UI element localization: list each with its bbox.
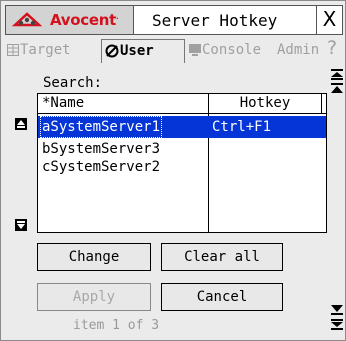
scroll-up-icon[interactable] — [331, 83, 343, 95]
tab-admin[interactable]: Admin — [277, 39, 327, 63]
search-label: Search: — [43, 75, 103, 91]
close-button[interactable]: X — [316, 6, 342, 34]
tab-user-label: User — [120, 43, 154, 59]
monitor-icon — [189, 44, 201, 56]
server-name: aSystemServer1 — [40, 116, 163, 138]
server-hotkey: Ctrl+F1 — [212, 119, 272, 135]
scroll-down-icon[interactable] — [331, 303, 343, 315]
scroll-down-icon[interactable] — [15, 219, 27, 231]
column-header-hotkey[interactable]: Hotkey — [208, 94, 322, 113]
window-title: Server Hotkey — [152, 11, 278, 30]
grid-icon — [7, 44, 19, 56]
clear-all-button[interactable]: Clear all — [161, 243, 283, 271]
change-button[interactable]: Change — [37, 243, 151, 271]
avocent-logo-icon — [12, 12, 42, 27]
tab-console-label: Console — [202, 42, 262, 58]
logo-text: Avocent. — [50, 11, 119, 29]
tab-console[interactable]: Console — [189, 39, 275, 63]
tab-user[interactable]: User — [101, 39, 185, 63]
title-bar: Avocent. Server Hotkey X — [5, 5, 343, 35]
tab-bar: Target User Console Admin ? — [5, 37, 343, 63]
server-hotkey-window: Avocent. Server Hotkey X Target User Con… — [0, 0, 346, 341]
scroll-to-top-icon[interactable] — [331, 69, 343, 81]
list-header: *Name Hotkey — [38, 94, 326, 114]
scroll-to-bottom-icon[interactable] — [331, 319, 343, 331]
logo-area: Avocent. — [6, 6, 134, 34]
user-hotkey-list[interactable]: *Name Hotkey aSystemServer1 Ctrl+F1 bSys… — [37, 93, 327, 233]
scroll-up-icon[interactable] — [15, 118, 27, 130]
tab-target[interactable]: Target — [7, 39, 97, 63]
tab-target-label: Target — [20, 42, 71, 58]
apply-button[interactable]: Apply — [37, 283, 151, 311]
list-item[interactable]: aSystemServer1 Ctrl+F1 — [38, 116, 326, 138]
user-icon — [105, 44, 119, 58]
cancel-button[interactable]: Cancel — [161, 283, 283, 311]
list-item[interactable]: cSystemServer2 — [38, 156, 326, 178]
server-name: cSystemServer2 — [42, 159, 161, 175]
item-count-status: item 1 of 3 — [73, 318, 160, 333]
help-button[interactable]: ? — [327, 37, 343, 59]
column-header-name[interactable]: *Name — [42, 95, 84, 111]
